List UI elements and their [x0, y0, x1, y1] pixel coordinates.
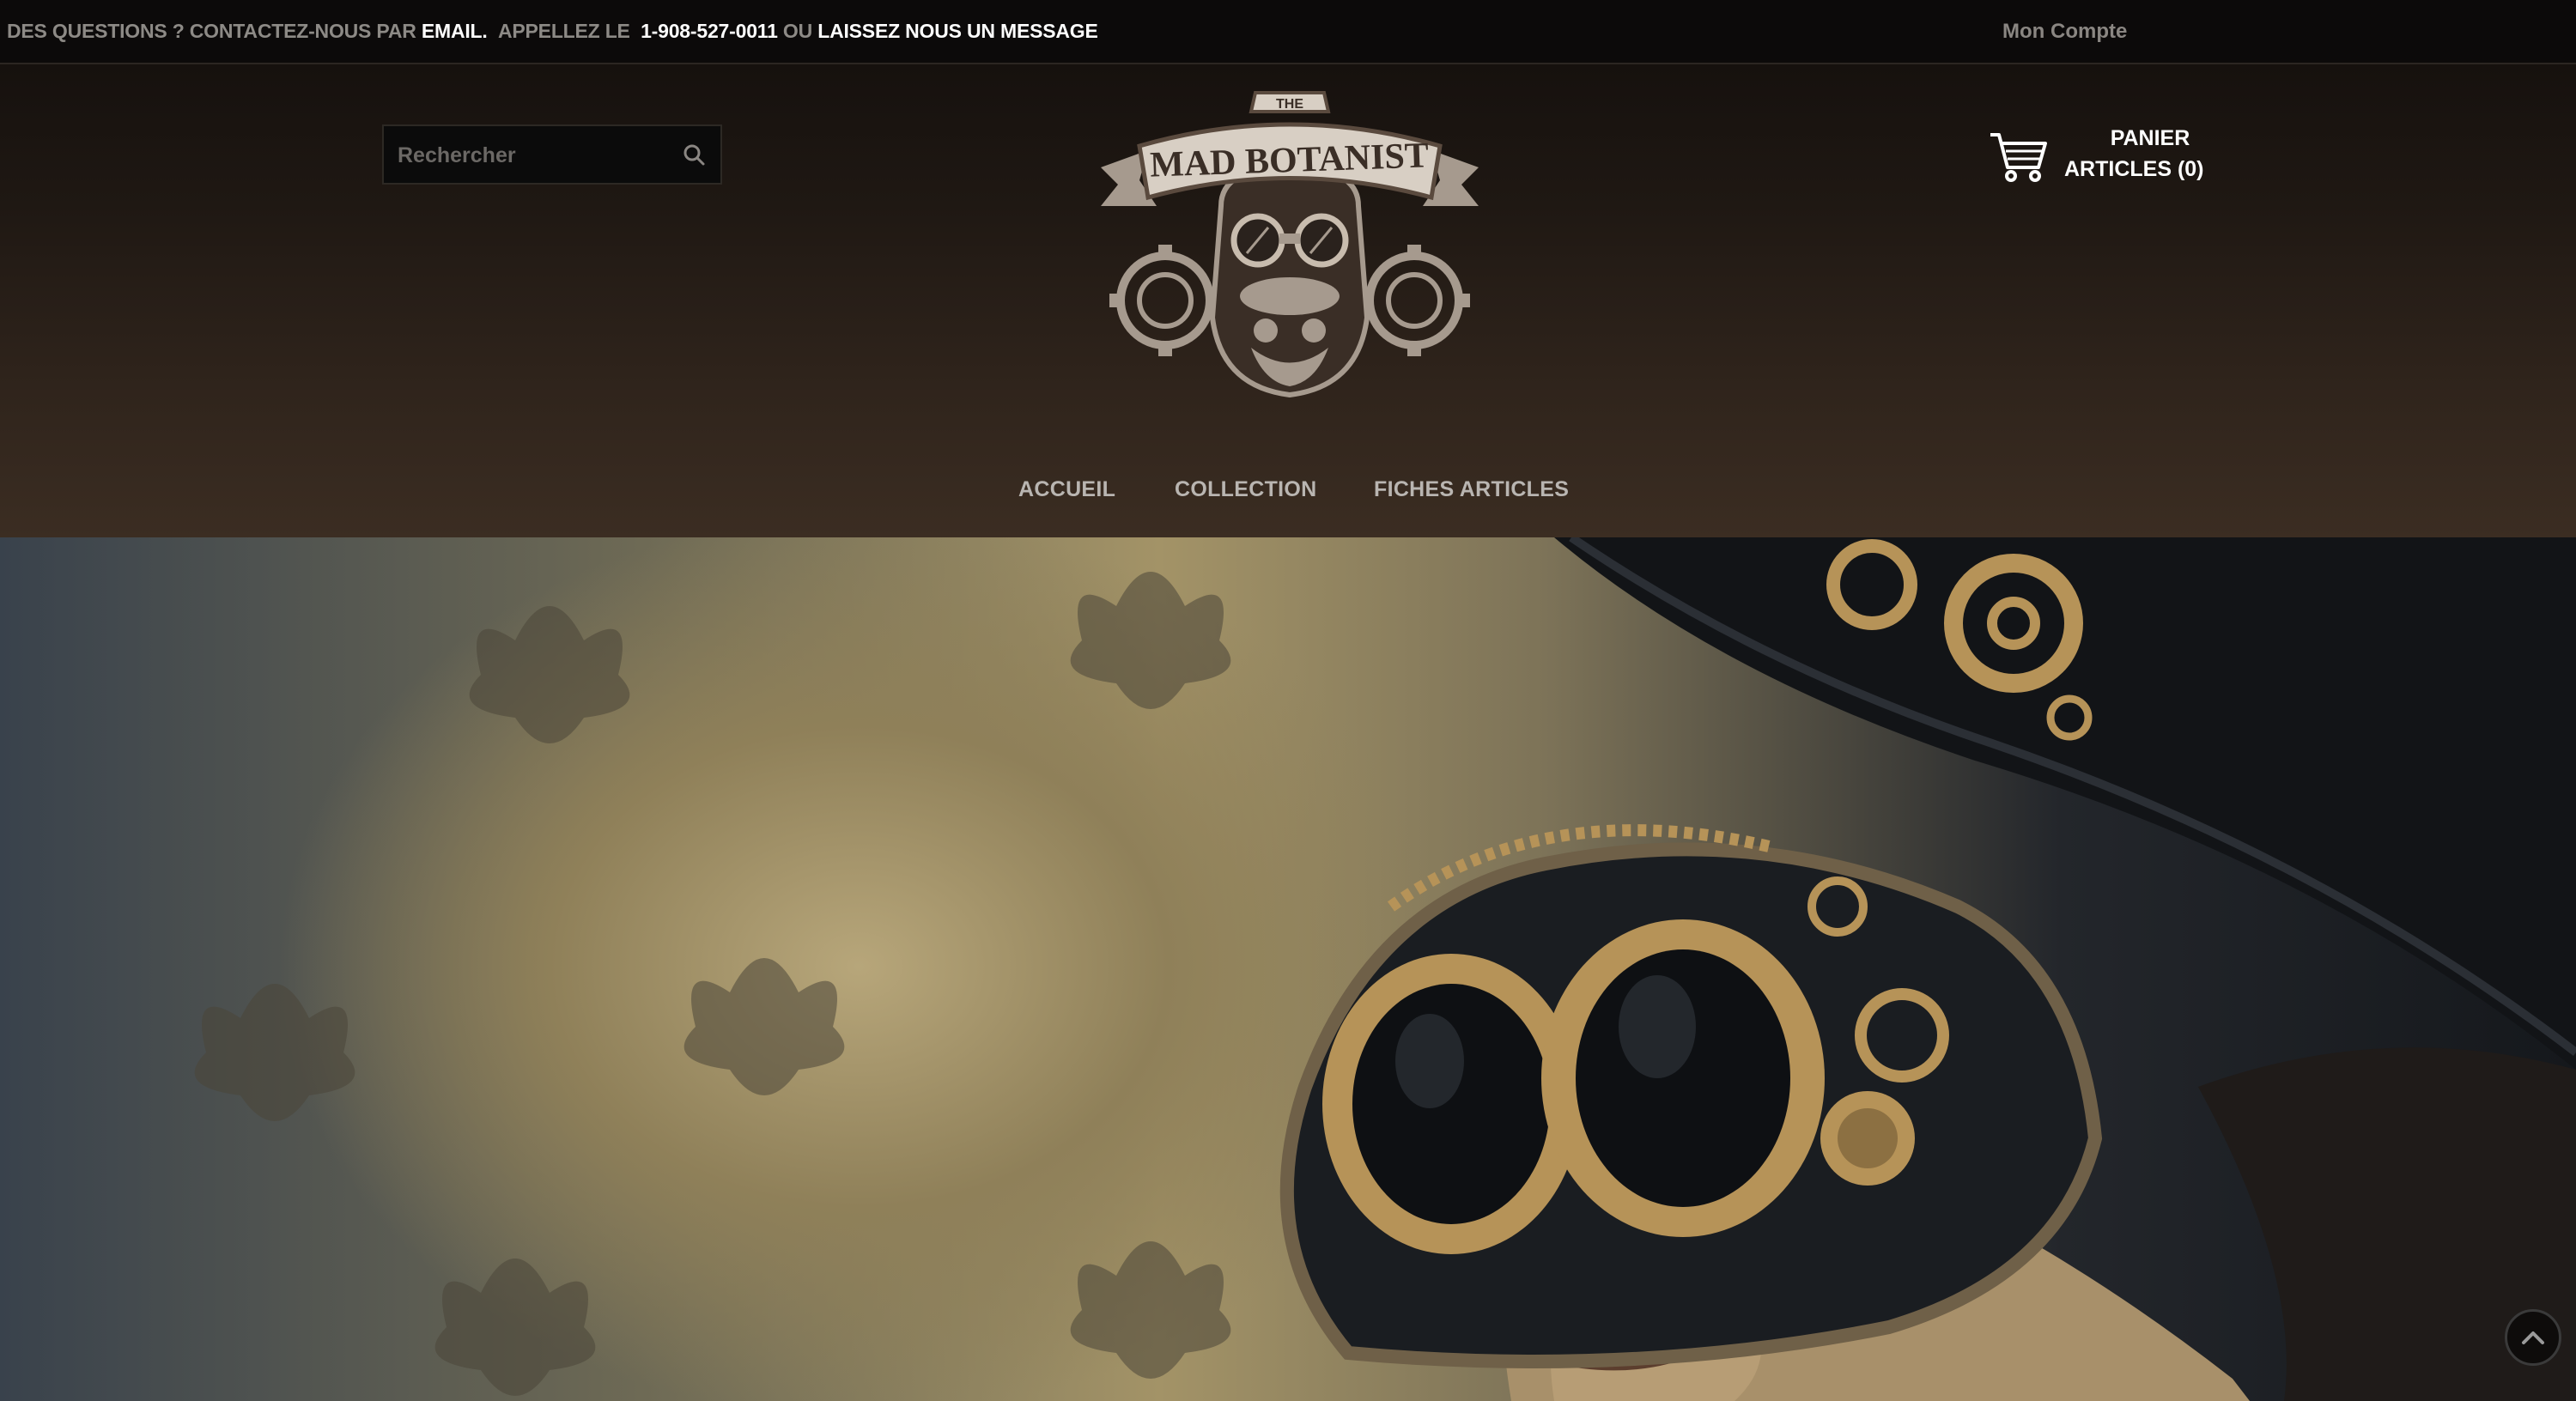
- email-link[interactable]: EMAIL.: [422, 20, 488, 42]
- chevron-up-icon: [2522, 1331, 2544, 1344]
- goggle-lens-right: [1541, 919, 1825, 1237]
- hero-image: [194, 537, 2576, 1401]
- scroll-top-button[interactable]: [2505, 1309, 2561, 1366]
- message-link[interactable]: LAISSEZ NOUS UN MESSAGE: [817, 20, 1098, 42]
- gear-right-icon: [1365, 252, 1463, 349]
- phone-link[interactable]: 1-908-527-0011: [641, 20, 778, 42]
- cart-icon: [1990, 133, 2047, 182]
- or-label: OU: [782, 20, 813, 42]
- search-icon: [683, 144, 705, 166]
- search-box: [382, 124, 722, 185]
- call-label: APPELLEZ LE: [497, 20, 630, 42]
- site-header: THE MAD BOTANIST PANIER ARTICLES (0) ACC…: [0, 64, 2576, 537]
- logo-top-text: THE: [1276, 97, 1303, 112]
- nav-item-collection[interactable]: COLLECTION: [1175, 472, 1317, 506]
- wallpaper-pattern: [194, 572, 1231, 1396]
- goggle-lens-left: [1322, 954, 1580, 1254]
- cart-widget[interactable]: PANIER ARTICLES (0): [1987, 123, 2210, 200]
- search-button[interactable]: [672, 133, 715, 176]
- nav-item-fiches-articles[interactable]: FICHES ARTICLES: [1374, 472, 1569, 506]
- contact-prefix: DES QUESTIONS ? CONTACTEZ-NOUS PAR: [7, 20, 416, 42]
- my-account-link[interactable]: Mon Compte: [2002, 0, 2127, 63]
- contact-info: DES QUESTIONS ? CONTACTEZ-NOUS PAR EMAIL…: [7, 0, 1098, 63]
- site-logo[interactable]: THE MAD BOTANIST: [1084, 86, 1496, 412]
- nav-item-accueil[interactable]: ACCUEIL: [1018, 472, 1115, 506]
- hero-banner: [0, 537, 2576, 1401]
- search-input[interactable]: [396, 126, 674, 185]
- cart-items-count: ARTICLES (0): [2064, 157, 2204, 181]
- main-nav: ACCUEIL COLLECTION FICHES ARTICLES: [0, 472, 2576, 506]
- top-bar: DES QUESTIONS ? CONTACTEZ-NOUS PAR EMAIL…: [0, 0, 2576, 64]
- gear-left-icon: [1116, 252, 1214, 349]
- cart-title: PANIER: [2110, 126, 2190, 150]
